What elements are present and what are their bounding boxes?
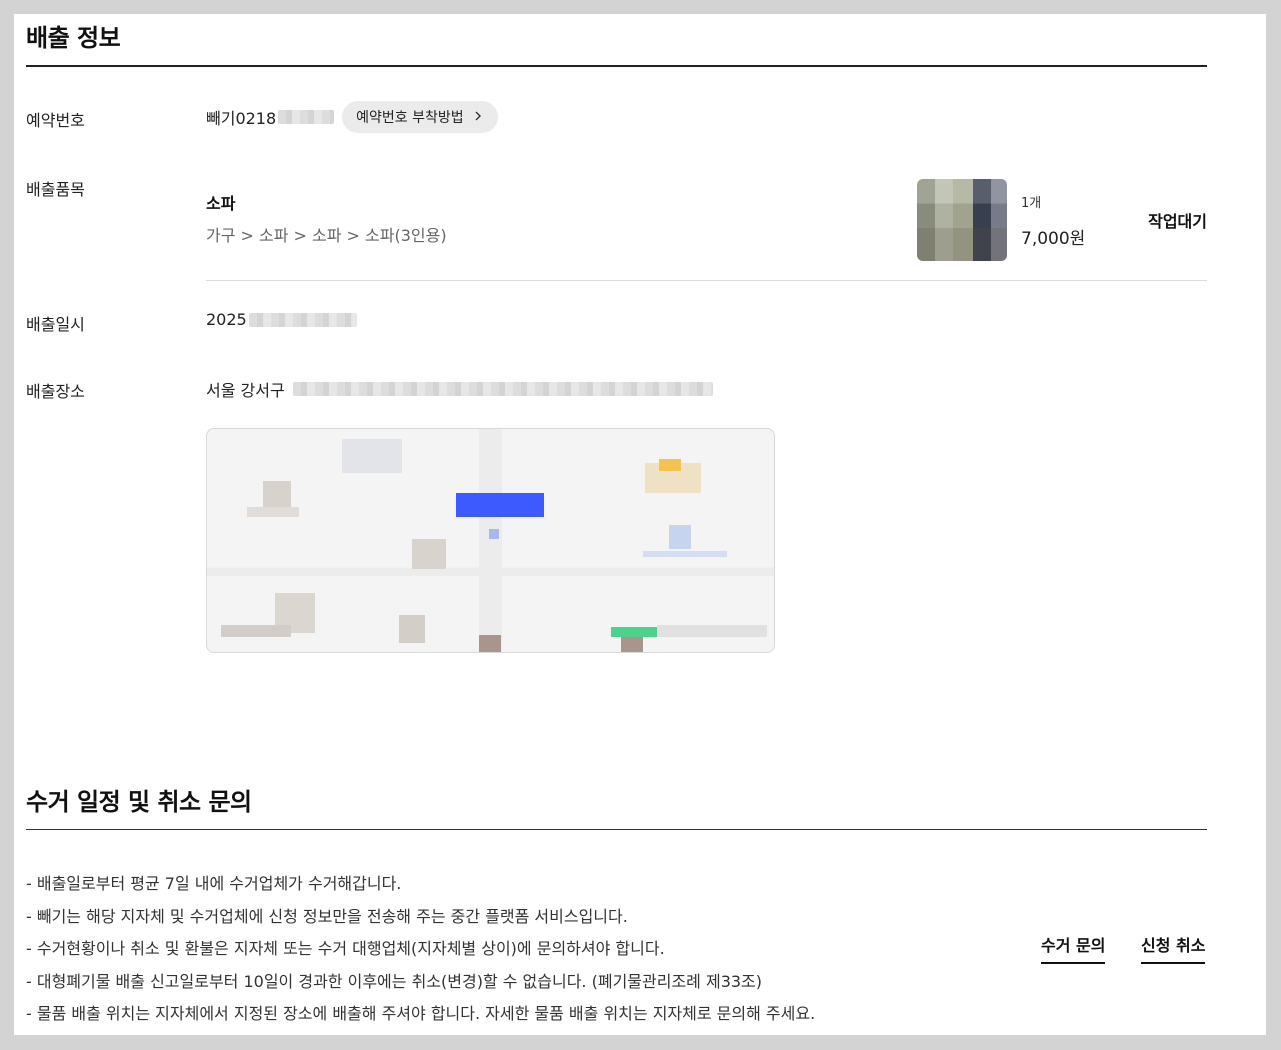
map-building (479, 635, 501, 652)
map-marker-dot (489, 529, 499, 539)
section-divider (26, 65, 1207, 67)
pickup-inquiry-button[interactable]: 수거 문의 (1041, 932, 1106, 964)
datetime-value: 2025 (206, 310, 247, 329)
map-poi (669, 525, 691, 549)
location-row: 서울 강서구 (206, 377, 713, 401)
map-green-marker (611, 627, 657, 637)
notice-item: - 대형폐기물 배출 신고일로부터 10일이 경과한 이후에는 취소(변경)할 … (26, 972, 763, 991)
reservation-attach-guide-button[interactable]: 예약번호 부착방법 (342, 101, 498, 133)
notice-item: - 수거현황이나 취소 및 환불은 지자체 또는 수거 대행업체(지자체별 상이… (26, 939, 665, 958)
map-building (247, 507, 299, 517)
notice-item: - 물품 배출 위치는 지자체에서 지정된 장소에 배출해 주셔야 합니다. 자… (26, 1004, 816, 1023)
pickup-title: 수거 일정 및 취소 문의 (26, 788, 252, 816)
item-name: 소파 (206, 194, 236, 213)
reservation-row: 빼기0218 예약번호 부착방법 (206, 101, 498, 133)
location-map[interactable] (206, 428, 775, 653)
map-location-marker[interactable] (456, 493, 544, 517)
section-divider (26, 829, 1207, 830)
status-badge: 작업대기 (1148, 212, 1207, 231)
reservation-number: 빼기0218 (206, 109, 277, 128)
map-building (621, 635, 643, 652)
map-area (342, 439, 402, 473)
location-value: 서울 강서구 (206, 381, 285, 400)
items-divider (206, 280, 1207, 281)
datetime-label: 배출일시 (26, 315, 85, 334)
item-thumbnail (917, 179, 1007, 261)
order-detail-panel: 배출 정보 예약번호 빼기0218 예약번호 부착방법 배출품목 소파 가구 >… (14, 14, 1266, 1035)
map-building (412, 539, 446, 569)
redacted-text (292, 382, 713, 396)
cancel-request-button[interactable]: 신청 취소 (1141, 932, 1206, 964)
datetime-row: 2025 (206, 310, 357, 329)
item-category-path: 가구 > 소파 > 소파 > 소파(3인용) (206, 226, 447, 245)
redacted-text (248, 312, 357, 327)
map-poi-label (643, 551, 727, 557)
map-landmark-icon (659, 459, 681, 471)
reservation-label: 예약번호 (26, 111, 85, 130)
location-label: 배출장소 (26, 382, 85, 401)
notice-item: - 배출일로부터 평균 7일 내에 수거업체가 수거해갑니다. (26, 874, 402, 893)
redacted-text (278, 110, 335, 124)
item-price: 7,000원 (1021, 229, 1086, 249)
item-quantity: 1개 (1021, 196, 1042, 211)
attach-guide-label: 예약번호 부착방법 (356, 110, 464, 126)
map-building (399, 615, 425, 643)
chevron-right-icon (474, 109, 482, 125)
items-label: 배출품목 (26, 180, 85, 199)
discharge-info-title: 배출 정보 (26, 24, 121, 52)
map-road-label (657, 625, 767, 637)
notice-item: - 빼기는 해당 지자체 및 수거업체에 신청 정보만을 전송해 주는 중간 플… (26, 907, 628, 926)
map-building (221, 625, 291, 637)
